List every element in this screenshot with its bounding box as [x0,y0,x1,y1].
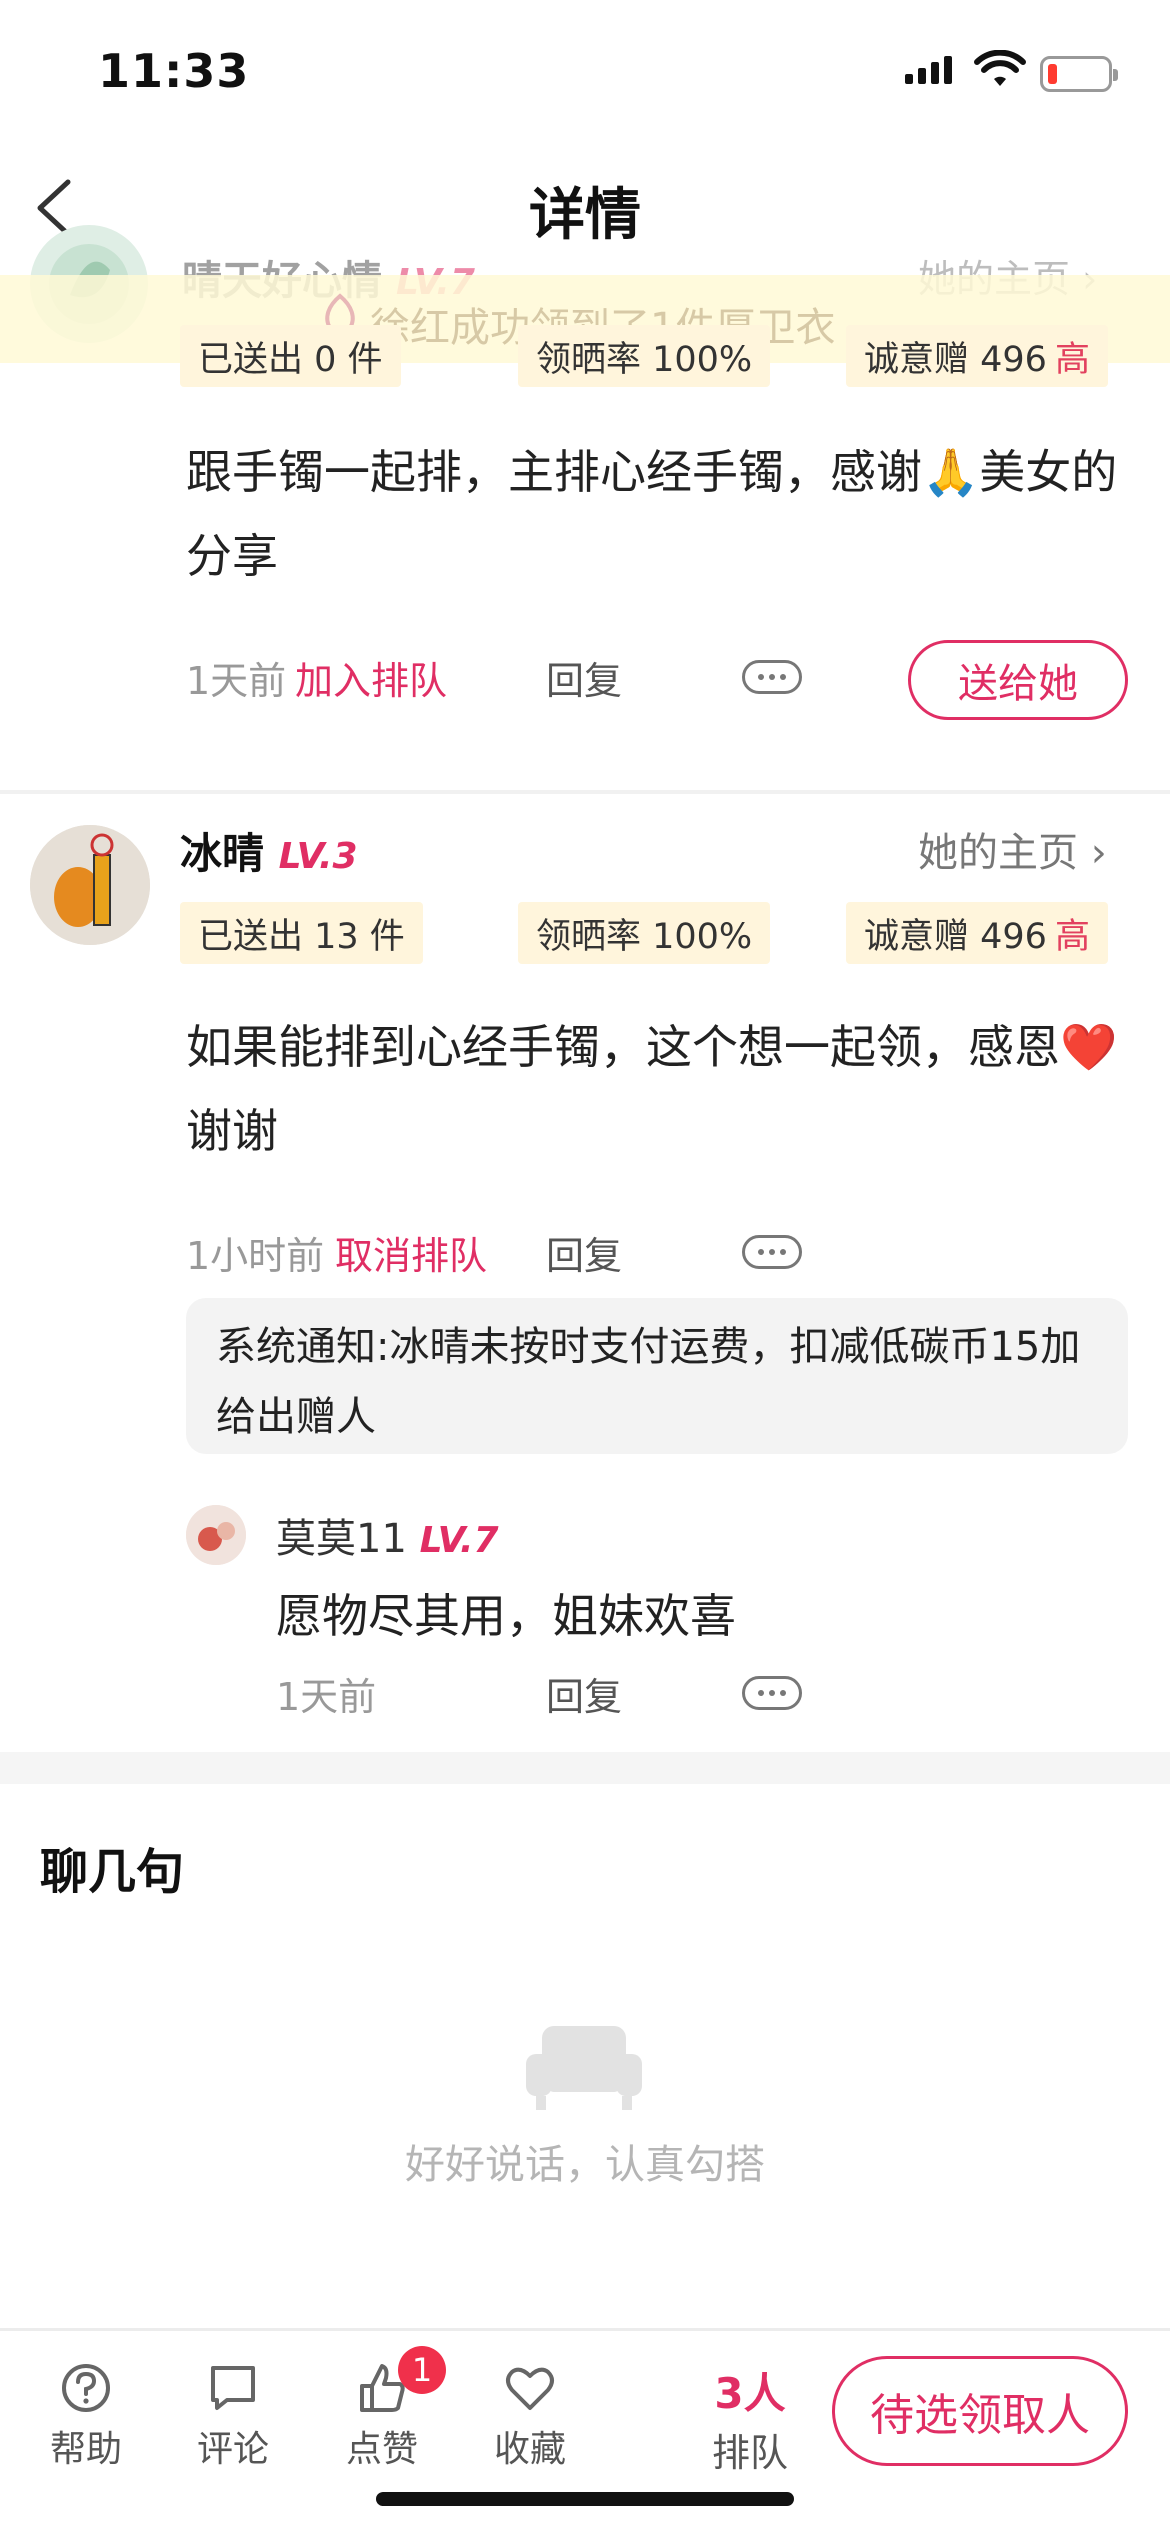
more-icon[interactable] [742,660,802,694]
section-divider [0,1752,1170,1784]
sincerity-chip: 诚意赠 496 高 [846,325,1108,387]
comment-time: 1天前 [186,659,287,703]
show-rate-chip: 领晒率 100% [518,325,771,387]
cancel-queue-link[interactable]: 取消排队 [335,1225,487,1280]
more-icon[interactable] [742,1235,802,1269]
sofa-icon [526,2026,642,2110]
avatar[interactable] [186,1505,246,1565]
home-indicator[interactable] [376,2492,794,2506]
avatar[interactable] [30,825,150,945]
battery-icon [1040,56,1118,92]
help-label: 帮助 [49,2429,122,2470]
reply-text: 愿物尽其用，姐妹欢喜 [276,1589,736,1643]
reply-button[interactable]: 回复 [546,650,622,705]
sent-count-chip: 已送出 13 件 [180,902,423,964]
comment-time: 1小时前 [186,1234,325,1278]
wifi-icon [974,50,1026,86]
help-tab[interactable]: 帮助 [26,2360,146,2472]
page-title: 详情 [529,183,641,248]
reply-time: 1天前 [276,1675,377,1719]
chat-section-title: 聊几句 [40,1844,185,1900]
like-label: 点赞 [345,2429,418,2470]
show-rate-chip: 领晒率 100% [518,902,771,964]
empty-chat-text: 好好说话，认真勾搭 [405,2142,765,2188]
join-queue-link[interactable]: 加入排队 [295,650,447,705]
commenter-name[interactable]: 冰晴 LV.3 [180,820,358,881]
reply-button[interactable]: 回复 [546,1666,622,1721]
system-notice: 系统通知:冰晴未按时支付运费，扣减低碳币15加给出赠人 [186,1298,1128,1454]
comment-tab[interactable]: 评论 [173,2360,293,2472]
home-link[interactable]: 她的主页 › [918,820,1107,878]
reply-author[interactable]: 莫莫11 LV.7 [276,1506,499,1564]
sincerity-chip: 诚意赠 496 高 [846,902,1108,964]
queue-count[interactable]: 3人 [690,2360,810,2421]
reply-button[interactable]: 回复 [546,1225,622,1280]
comment-text: 跟手镯一起排，主排心经手镯，感谢🙏美女的分享 [186,445,1118,583]
send-to-her-button[interactable]: 送给她 [908,640,1128,720]
signal-icon [905,56,952,84]
status-time: 11:33 [98,44,250,98]
help-icon [62,2364,110,2412]
comment-label: 评论 [196,2429,269,2470]
favorite-tab[interactable]: 收藏 [470,2360,590,2472]
queue-label[interactable]: 排队 [690,2422,810,2477]
bottom-bar-divider [0,2328,1170,2331]
like-badge: 1 [398,2346,446,2394]
pick-recipient-button[interactable]: 待选领取人 [832,2356,1128,2466]
heart-icon [506,2367,554,2410]
divider [0,790,1170,794]
favorite-label: 收藏 [493,2429,566,2470]
sent-count-chip: 已送出 0 件 [180,325,401,387]
comment-icon [211,2366,255,2410]
more-icon[interactable] [742,1676,802,1710]
comment-text: 如果能排到心经手镯，这个想一起领，感恩❤️谢谢 [186,1020,1118,1158]
